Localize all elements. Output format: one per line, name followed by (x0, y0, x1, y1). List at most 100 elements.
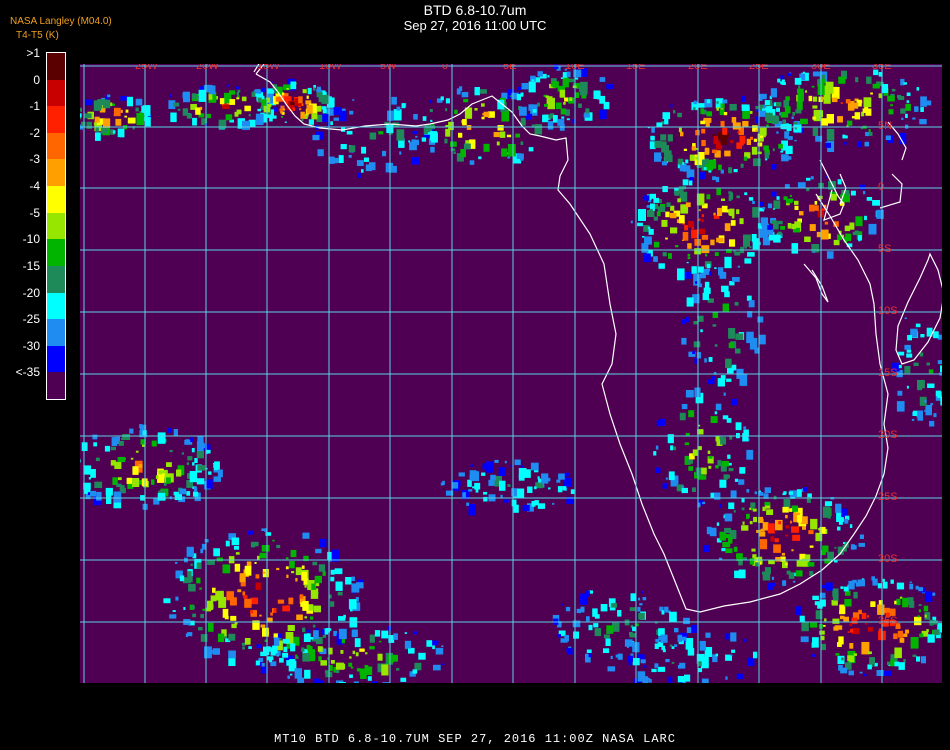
cloud-pixel (896, 401, 905, 412)
cloud-pixel (894, 600, 897, 605)
latitude-label: 35S (878, 615, 898, 627)
cloud-pixel (847, 120, 853, 126)
cloud-pixel (771, 164, 777, 170)
cloud-pixel (673, 110, 676, 114)
cloud-pixel (824, 618, 827, 622)
cloud-pixel (849, 643, 854, 649)
cloud-pixel (548, 487, 551, 490)
cloud-pixel (665, 659, 670, 663)
cloud-pixel (338, 628, 347, 640)
cloud-pixel (192, 613, 196, 618)
cloud-pixel (773, 544, 781, 553)
cloud-pixel (189, 471, 198, 483)
cloud-pixel (812, 105, 818, 109)
cloud-pixel (648, 228, 654, 235)
cloud-pixel (909, 583, 914, 590)
cloud-pixel (852, 545, 857, 550)
cloud-pixel (80, 107, 82, 112)
longitude-label: 20E (688, 64, 708, 72)
cloud-pixel (731, 117, 737, 123)
cloud-pixel (607, 630, 611, 634)
cloud-pixel (698, 103, 706, 108)
cloud-pixel (893, 633, 898, 640)
cloud-pixel (676, 219, 680, 223)
cloud-pixel (586, 616, 590, 622)
cloud-pixel (724, 291, 730, 298)
cloud-pixel (637, 222, 643, 227)
cloud-pixel (669, 611, 677, 623)
cloud-pixel (760, 539, 768, 550)
cloud-pixel (260, 666, 267, 674)
cloud-pixel (104, 445, 111, 452)
cloud-pixel (743, 557, 747, 560)
cloud-pixel (708, 455, 713, 459)
cloud-pixel (222, 608, 229, 618)
cloud-pixel (701, 140, 706, 147)
cloud-pixel (208, 94, 213, 100)
cloud-pixel (700, 120, 706, 125)
cloud-pixel (720, 103, 725, 109)
cloud-pixel (864, 141, 870, 147)
cloud-pixel (277, 599, 285, 604)
cloud-pixel (257, 555, 260, 560)
cloud-pixel (563, 102, 566, 105)
cloud-pixel (250, 597, 259, 605)
cloud-pixel (287, 675, 290, 679)
cloud-pixel (610, 655, 613, 659)
cloud-pixel (793, 124, 802, 133)
cloud-pixel (187, 456, 193, 461)
cloud-pixel (462, 492, 466, 498)
cloud-pixel (688, 410, 695, 418)
cloud-pixel (830, 194, 837, 201)
cloud-pixel (730, 220, 736, 226)
cloud-pixel (729, 192, 734, 198)
cloud-pixel (834, 546, 837, 549)
cloud-pixel (653, 451, 657, 456)
cloud-pixel (812, 116, 816, 120)
cloud-pixel (599, 77, 606, 82)
cloud-pixel (747, 252, 755, 257)
cloud-pixel (809, 224, 816, 231)
cloud-pixel (651, 127, 655, 133)
cloud-pixel (838, 665, 843, 671)
cloud-pixel (127, 117, 136, 124)
cloud-pixel (668, 676, 673, 683)
cloud-pixel (299, 108, 302, 111)
cloud-pixel (762, 506, 766, 512)
cloud-pixel (499, 131, 506, 138)
cloud-pixel (359, 648, 365, 652)
cloud-pixel (840, 102, 843, 104)
cloud-pixel (272, 645, 278, 654)
cloud-pixel (483, 491, 488, 495)
cloud-pixel (671, 661, 675, 664)
cloud-pixel (685, 316, 689, 323)
cloud-pixel (503, 499, 509, 503)
cloud-pixel (693, 341, 701, 348)
cloud-pixel (715, 403, 722, 411)
cloud-pixel (299, 677, 302, 680)
cloud-pixel (169, 614, 177, 619)
cloud-pixel (864, 215, 867, 221)
cloud-pixel (682, 162, 685, 165)
cloud-pixel (780, 150, 784, 153)
cloud-pixel (468, 504, 476, 516)
cloud-pixel (728, 167, 733, 174)
cloud-pixel (753, 158, 761, 167)
cloud-pixel (757, 316, 764, 323)
cloud-pixel (567, 648, 573, 655)
cloud-pixel (719, 504, 722, 508)
cloud-pixel (767, 225, 773, 230)
cloud-pixel (699, 273, 704, 278)
cloud-pixel (767, 523, 775, 534)
cloud-pixel (586, 649, 592, 653)
cloud-pixel (307, 87, 312, 95)
cloud-pixel (234, 563, 241, 572)
cloud-pixel (259, 614, 262, 617)
cloud-pixel (799, 211, 804, 216)
cloud-pixel (348, 145, 356, 152)
cloud-pixel (450, 141, 457, 147)
cloud-pixel (560, 77, 564, 79)
cloud-pixel (404, 640, 412, 649)
cloud-pixel (739, 218, 744, 225)
cloud-pixel (139, 424, 143, 429)
